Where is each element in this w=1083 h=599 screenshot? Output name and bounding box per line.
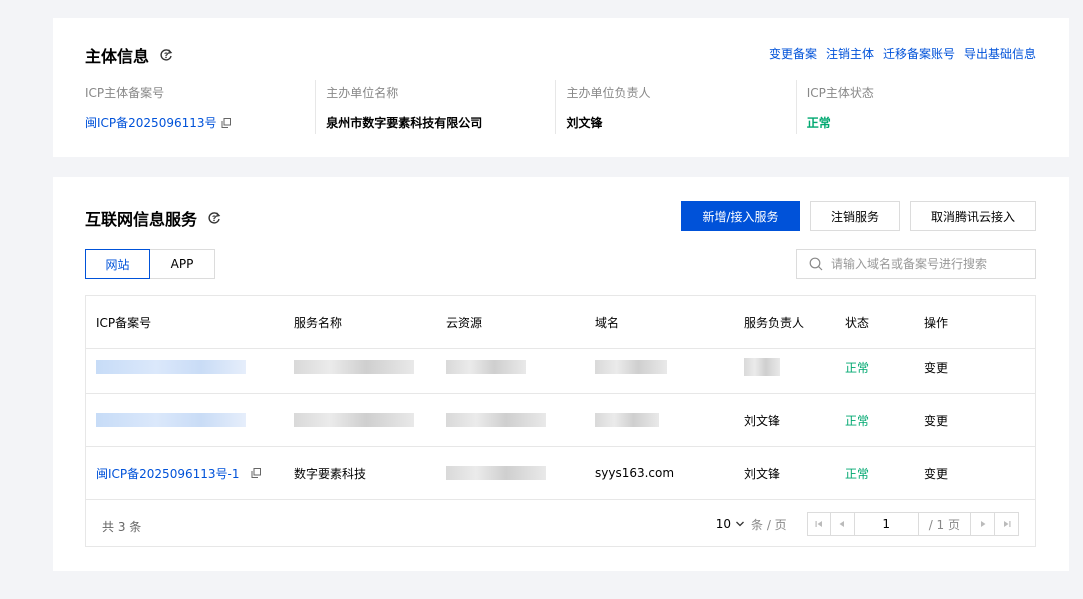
page-size-select[interactable]: 10	[716, 517, 745, 531]
table-row: 正常 变更	[86, 341, 1035, 394]
row-icp-cell: 闽ICP备2025096113号-1	[96, 447, 262, 499]
subject-info-grid: ICP主体备案号 闽ICP备2025096113号 主办单位名称 泉州市数字要素…	[85, 80, 1036, 134]
last-page-button[interactable]	[995, 512, 1019, 536]
services-title-text: 互联网信息服务	[85, 210, 198, 229]
row-change-link[interactable]: 变更	[924, 341, 948, 393]
migrate-account-link[interactable]: 迁移备案账号	[883, 45, 955, 62]
total-count: 共 3 条	[102, 520, 142, 534]
refresh-help-icon[interactable]	[159, 48, 173, 62]
subject-info-card: 主体信息 变更备案 注销主体 迁移备案账号 导出基础信息 ICP主体备案号 闽I…	[53, 18, 1069, 157]
row-service-name: 数字要素科技	[294, 466, 367, 481]
subject-info-title-text: 主体信息	[85, 47, 150, 66]
row-domain-cell	[595, 394, 659, 446]
table-row: 闽ICP备2025096113号-1 数字要素科技 syys163.com 刘文…	[86, 447, 1035, 500]
chevron-down-icon	[736, 521, 744, 527]
icp-number-label: ICP主体备案号	[85, 86, 165, 100]
row-domain: syys163.com	[595, 466, 675, 480]
services-table: ICP备案号 服务名称 云资源 域名 服务负责人 状态 操作 正常 变更 刘文锋…	[85, 295, 1036, 547]
row-resource-cell	[446, 447, 546, 499]
redacted-icp	[96, 360, 246, 374]
icp-status-label: ICP主体状态	[806, 86, 874, 100]
cancel-service-button[interactable]: 注销服务	[810, 201, 900, 231]
add-service-button[interactable]: 新增/接入服务	[681, 201, 800, 231]
redacted-resource	[446, 413, 546, 427]
cancel-cloud-access-button[interactable]: 取消腾讯云接入	[910, 201, 1036, 231]
row-status: 正常	[845, 360, 870, 375]
page-number-input[interactable]	[854, 512, 919, 536]
org-name-value: 泉州市数字要素科技有限公司	[326, 116, 483, 130]
org-owner-value: 刘文锋	[566, 116, 603, 130]
table-row: 刘文锋 正常 变更	[86, 394, 1035, 447]
redacted-domain	[595, 360, 667, 374]
info-col-status: ICP主体状态 正常	[795, 80, 1036, 134]
next-page-icon	[980, 521, 985, 527]
org-name-label: 主办单位名称	[326, 86, 399, 100]
next-page-button[interactable]	[971, 512, 995, 536]
org-owner-label: 主办单位负责人	[566, 86, 651, 100]
first-page-button[interactable]	[806, 512, 831, 536]
first-page-icon	[815, 521, 822, 527]
redacted-domain	[595, 413, 659, 427]
row-icp-cell	[96, 394, 246, 446]
row-icp-cell	[96, 341, 246, 393]
icp-number-value: 闽ICP备2025096113号	[85, 114, 315, 131]
page-size-unit: 条 / 页	[751, 517, 787, 532]
row-status: 正常	[845, 466, 870, 481]
redacted-resource	[446, 360, 526, 374]
icp-status-value: 正常	[806, 116, 831, 130]
redacted-owner	[744, 358, 780, 376]
row-domain-cell	[595, 341, 667, 393]
row-owner: 刘文锋	[744, 413, 781, 428]
table-footer: 共 3 条 10 条 / 页 / 1 页	[86, 502, 1035, 547]
redacted-icp	[96, 413, 246, 427]
row-owner-cell	[744, 341, 780, 393]
info-col-owner: 主办单位负责人 刘文锋	[555, 80, 795, 134]
row-change-link[interactable]: 变更	[924, 447, 948, 499]
tab-website[interactable]: 网站	[85, 249, 150, 279]
prev-page-button[interactable]	[830, 512, 855, 536]
tab-app[interactable]: APP	[150, 249, 215, 279]
redacted-service-name	[294, 413, 414, 427]
redacted-resource	[446, 466, 546, 480]
copy-icon[interactable]	[221, 117, 231, 128]
search-box	[796, 249, 1036, 279]
change-record-link[interactable]: 变更备案	[769, 45, 817, 62]
service-action-buttons: 新增/接入服务 注销服务 取消腾讯云接入	[681, 201, 1036, 231]
search-input[interactable]	[831, 257, 1021, 271]
export-info-link[interactable]: 导出基础信息	[964, 45, 1036, 62]
subject-info-title: 主体信息	[85, 43, 173, 67]
cancel-subject-link[interactable]: 注销主体	[826, 45, 874, 62]
row-status: 正常	[845, 413, 870, 428]
row-service-name-cell	[294, 394, 414, 446]
subject-action-links: 变更备案 注销主体 迁移备案账号 导出基础信息	[769, 45, 1036, 62]
search-icon	[809, 257, 823, 271]
page-size-value: 10	[715, 517, 731, 531]
services-title: 互联网信息服务	[85, 206, 221, 230]
info-col-org: 主办单位名称 泉州市数字要素科技有限公司	[315, 80, 555, 134]
prev-page-icon	[839, 521, 845, 527]
row-owner: 刘文锋	[744, 466, 781, 481]
info-col-icp: ICP主体备案号 闽ICP备2025096113号	[85, 80, 315, 134]
row-icp-link[interactable]: 闽ICP备2025096113号-1	[96, 465, 239, 482]
last-page-icon	[1003, 521, 1010, 527]
total-pages: / 1 页	[918, 512, 971, 536]
refresh-help-icon[interactable]	[207, 211, 221, 225]
row-resource-cell	[446, 394, 546, 446]
copy-icon[interactable]	[251, 468, 262, 478]
row-resource-cell	[446, 341, 526, 393]
row-service-name-cell	[294, 341, 414, 393]
pagination: 10 条 / 页 / 1 页	[716, 512, 1019, 536]
row-change-link[interactable]: 变更	[924, 394, 948, 446]
redacted-service-name	[294, 360, 414, 374]
icp-number-link[interactable]: 闽ICP备2025096113号	[85, 114, 217, 131]
internet-services-card: 互联网信息服务 新增/接入服务 注销服务 取消腾讯云接入 网站 APP ICP备…	[53, 177, 1069, 571]
service-type-tabs: 网站 APP	[85, 249, 215, 279]
